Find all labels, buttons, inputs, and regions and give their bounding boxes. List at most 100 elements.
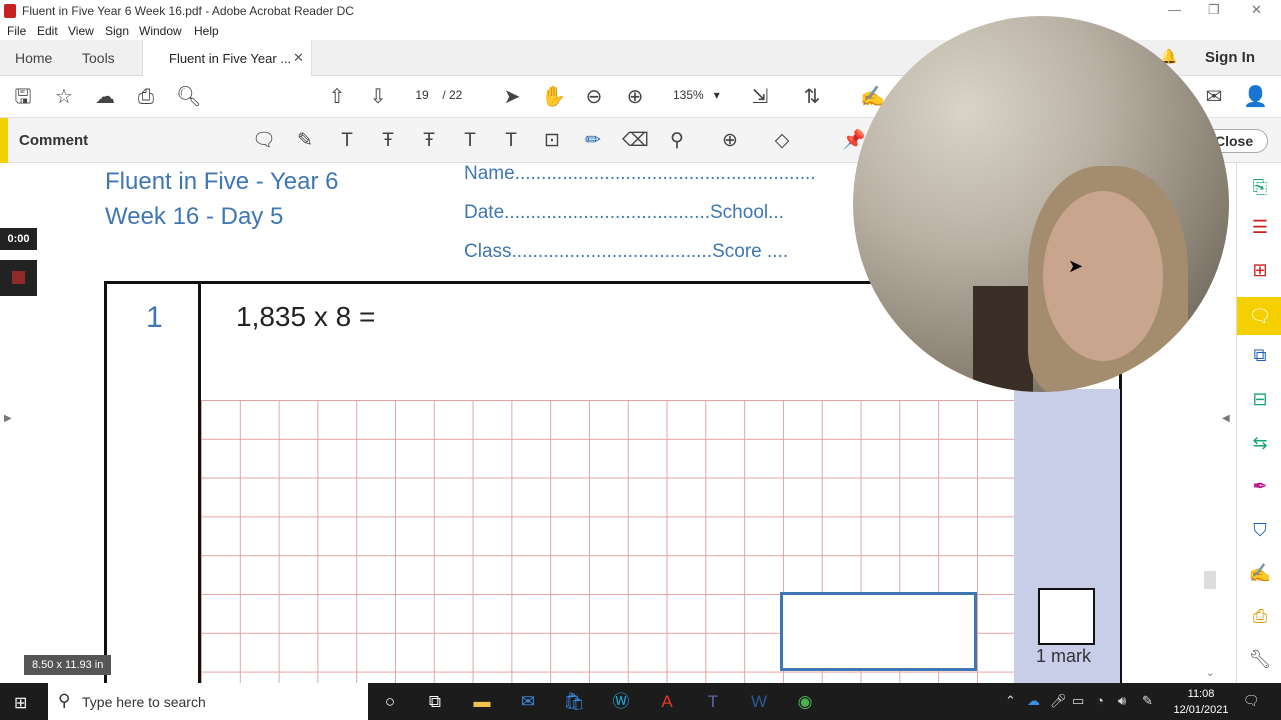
export-icon[interactable]: ⇆: [1248, 431, 1272, 455]
scroll-mode-icon[interactable]: ⇅: [800, 85, 824, 109]
cortana-icon[interactable]: ○: [376, 688, 404, 716]
clock-date: 12/01/2021: [1173, 704, 1229, 716]
stop-recording-button[interactable]: [0, 260, 37, 296]
mail-icon[interactable]: ✉: [514, 688, 542, 716]
protect-icon[interactable]: ⛉: [1248, 518, 1272, 542]
export-pdf-icon[interactable]: ⎘: [1248, 175, 1272, 199]
menu-window[interactable]: Window: [139, 24, 182, 38]
share-user-icon[interactable]: 👤: [1243, 85, 1268, 109]
hand-tool-icon[interactable]: ✋: [541, 85, 566, 109]
pencil-draw-icon[interactable]: ✏: [581, 130, 605, 154]
date-school-field: Date....................................…: [464, 202, 784, 223]
replace-text-icon[interactable]: Ŧ: [417, 130, 441, 154]
doc-title-line1: Fluent in Five - Year 6: [105, 168, 339, 195]
minimize-button[interactable]: —: [1168, 2, 1181, 17]
save-icon[interactable]: 🖫: [11, 85, 35, 109]
menu-view[interactable]: View: [68, 24, 94, 38]
zoom-in-icon[interactable]: ⊕: [623, 85, 647, 109]
menu-help[interactable]: Help: [194, 24, 219, 38]
sticky-note-icon[interactable]: 🗨: [252, 130, 276, 154]
right-panel-toggle-icon[interactable]: ◀: [1222, 413, 1230, 424]
insert-text-icon[interactable]: T: [458, 130, 482, 154]
question-number: 1: [146, 301, 163, 334]
sign-in-button[interactable]: Sign In: [1205, 49, 1255, 66]
windows-start-icon[interactable]: ⊞: [14, 693, 27, 713]
bookmark-star-icon[interactable]: ☆: [52, 85, 76, 109]
edit-pdf-icon[interactable]: ⊟: [1248, 387, 1272, 411]
chrome-icon[interactable]: ◉: [791, 688, 819, 716]
mark-box: [1038, 588, 1095, 645]
volume-icon[interactable]: 🔊︎: [1118, 693, 1126, 709]
word-icon[interactable]: W: [745, 688, 773, 716]
scroll-down-icon[interactable]: ⌄: [1206, 668, 1214, 679]
microphone-icon[interactable]: 🎤︎: [1050, 693, 1067, 709]
email-icon[interactable]: ✉: [1202, 85, 1226, 109]
stamp-icon[interactable]: ⚲: [665, 130, 689, 154]
tab-tools[interactable]: Tools: [82, 50, 115, 66]
restore-button[interactable]: ❐: [1208, 2, 1220, 18]
page-number-input[interactable]: 19 / 22: [405, 88, 462, 102]
taskbar-clock[interactable]: 11:08 12/01/2021: [1166, 686, 1236, 718]
tab-home[interactable]: Home: [15, 50, 52, 66]
add-text-icon[interactable]: T: [499, 130, 523, 154]
scrollbar-thumb[interactable]: [1204, 571, 1216, 589]
attach-icon[interactable]: ⊕: [718, 130, 742, 154]
fill-sign-icon[interactable]: ✒: [1248, 474, 1272, 498]
menu-sign[interactable]: Sign: [105, 24, 129, 38]
send-signature-icon[interactable]: ✍: [1248, 561, 1272, 585]
acrobat-icon: [4, 4, 16, 18]
comment-label: Comment: [19, 132, 89, 149]
underline-text-icon[interactable]: T: [335, 130, 359, 154]
taskbar-search[interactable]: ⚲ Type here to search: [48, 683, 368, 720]
store-icon[interactable]: 🛍︎: [560, 688, 588, 716]
select-cursor-icon[interactable]: ➤: [500, 85, 524, 109]
title-bar: Fluent in Five Year 6 Week 16.pdf - Adob…: [0, 0, 1281, 22]
zoom-out-icon[interactable]: ⊖: [582, 85, 606, 109]
whiteboard-icon[interactable]: Ⓦ: [607, 688, 635, 716]
left-panel-toggle-icon[interactable]: ▶: [4, 413, 12, 424]
more-tools-icon[interactable]: 🔧︎: [1248, 647, 1272, 671]
menu-file[interactable]: File: [7, 24, 26, 38]
upload-icon[interactable]: ☁: [93, 85, 117, 109]
stop-icon: [12, 271, 25, 284]
zoom-select[interactable]: 135% ▾: [673, 88, 720, 102]
comment-tool-icon[interactable]: 🗨: [1248, 304, 1272, 328]
find-icon[interactable]: 🔍︎: [176, 85, 201, 109]
text-box-icon[interactable]: ⊡: [540, 130, 564, 154]
previous-page-icon[interactable]: ⇧: [325, 85, 349, 109]
mark-label: 1 mark: [1036, 646, 1092, 666]
close-window-button[interactable]: ✕: [1251, 2, 1262, 18]
next-page-icon[interactable]: ⇩: [366, 85, 390, 109]
eraser-icon[interactable]: ⌫: [622, 130, 649, 154]
webcam-person-face: [1043, 191, 1163, 361]
onedrive-icon[interactable]: ☁: [1027, 693, 1040, 709]
comment-accent: [0, 118, 8, 163]
combine-files-icon[interactable]: ⧉: [1248, 343, 1272, 367]
doc-title-line2: Week 16 - Day 5: [105, 203, 284, 230]
strikethrough-icon[interactable]: Ŧ: [376, 130, 400, 154]
shapes-icon[interactable]: ◇: [770, 130, 794, 154]
recorder-panel: 0:00: [0, 228, 37, 298]
name-field: Name....................................…: [464, 163, 816, 184]
tray-chevron-icon[interactable]: ⌃: [1005, 693, 1016, 709]
battery-icon[interactable]: ▭: [1072, 693, 1084, 709]
task-view-icon[interactable]: ⧉: [421, 688, 449, 716]
wifi-icon[interactable]: ◔: [1096, 693, 1104, 708]
teams-icon[interactable]: T: [699, 688, 727, 716]
tab-document[interactable]: Fluent in Five Year ... ✕: [142, 40, 312, 76]
window-title: Fluent in Five Year 6 Week 16.pdf - Adob…: [22, 4, 354, 18]
print-icon[interactable]: ⎙: [134, 85, 158, 109]
notifications-icon[interactable]: 🗨: [1243, 693, 1260, 709]
file-explorer-icon[interactable]: ▬: [468, 688, 496, 716]
pen-icon[interactable]: ✎: [1142, 693, 1153, 709]
mouse-cursor-icon: ➤: [1068, 256, 1084, 276]
organize-pages-icon[interactable]: ☰: [1248, 215, 1272, 239]
close-tab-icon[interactable]: ✕: [293, 50, 304, 66]
menu-edit[interactable]: Edit: [37, 24, 58, 38]
acrobat-taskbar-icon[interactable]: A: [653, 688, 681, 716]
highlight-icon[interactable]: ✎: [293, 130, 317, 154]
search-icon: ⚲: [58, 691, 71, 710]
scan-icon[interactable]: ⎙: [1248, 604, 1272, 628]
create-pdf-icon[interactable]: ⊞: [1248, 258, 1272, 282]
fit-page-icon[interactable]: ⇲: [748, 85, 772, 109]
